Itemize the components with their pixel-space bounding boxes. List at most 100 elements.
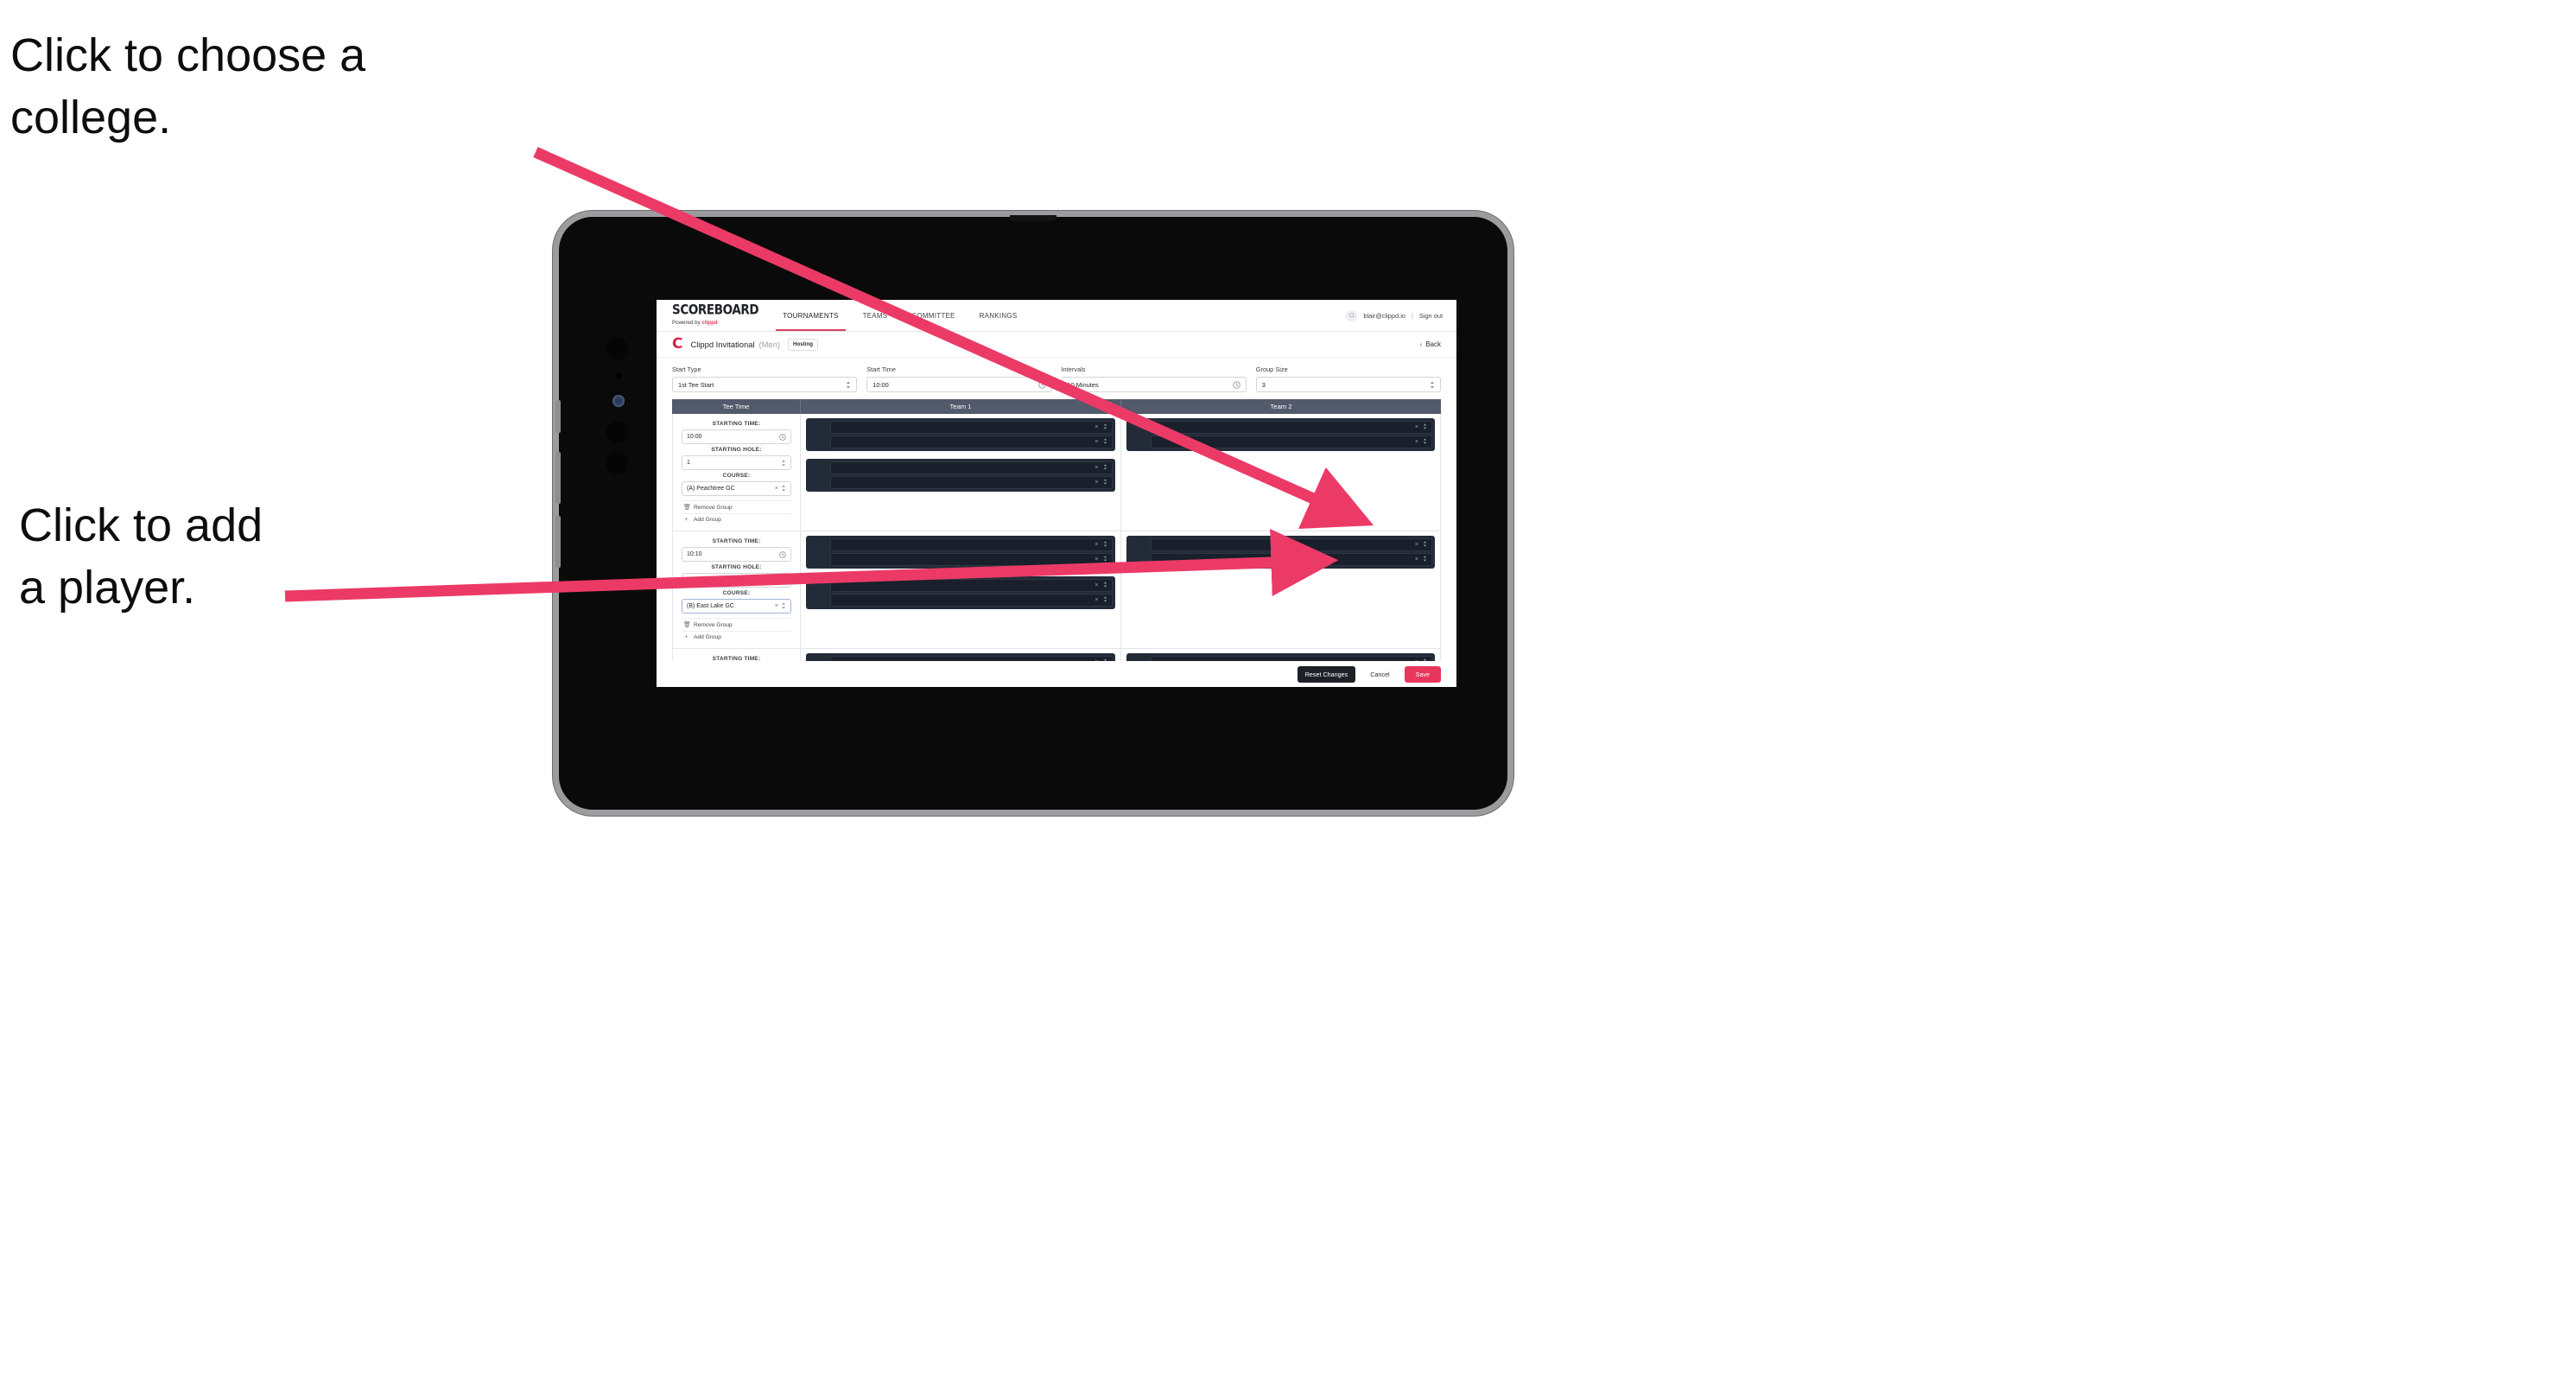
starting-time-input[interactable]: 10:00 (682, 429, 791, 444)
player-slot-row[interactable]: × (1150, 538, 1432, 551)
tablet-camera-notch (1010, 215, 1056, 221)
clear-icon[interactable]: × (1094, 480, 1098, 486)
chevron-updown-icon[interactable] (1103, 541, 1107, 549)
chevron-updown-icon (781, 484, 786, 493)
clear-icon[interactable]: × (1094, 424, 1098, 430)
add-group-label: Add Group (694, 517, 721, 523)
player-slot-row[interactable]: × (830, 579, 1113, 592)
user-email: blair@clippd.io (1363, 311, 1405, 320)
chevron-updown-icon[interactable] (1103, 658, 1107, 661)
starting-hole-select[interactable]: 1 (682, 573, 791, 588)
nav-item-tournaments[interactable]: TOURNAMENTS (771, 300, 850, 331)
chevron-updown-icon (781, 601, 786, 611)
clear-icon[interactable]: × (1415, 542, 1418, 548)
add-group-button[interactable]: + Add Group (682, 632, 791, 643)
chevron-updown-icon[interactable] (1423, 658, 1427, 661)
chevron-updown-icon[interactable] (1423, 556, 1427, 563)
clear-icon[interactable]: × (1094, 582, 1098, 588)
starting-time-label: STARTING TIME: (712, 421, 761, 427)
remove-group-button[interactable]: 🗑 Remove Group (682, 501, 791, 514)
clear-icon[interactable]: × (1415, 659, 1418, 661)
brand-subtitle: Powered by clippd (672, 320, 758, 326)
plus-icon: + (684, 634, 688, 640)
clear-icon[interactable]: × (1094, 542, 1098, 548)
hosting-badge: Hosting (787, 338, 819, 351)
clear-icon[interactable]: × (1094, 439, 1098, 445)
chevron-updown-icon[interactable] (1103, 556, 1107, 563)
group-team1-cell: × × × × (801, 414, 1121, 531)
nav-item-committee[interactable]: COMMITTEE (899, 300, 967, 331)
clear-icon[interactable]: × (775, 603, 778, 609)
intervals-input[interactable]: 10 Minutes (1061, 377, 1247, 392)
pairings-table-header: Tee Time Team 1 Team 2 (672, 399, 1441, 414)
group-size-select[interactable]: 3 (1255, 377, 1441, 392)
course-field-icons: × (775, 601, 786, 611)
player-slot-row[interactable]: × (1150, 553, 1432, 566)
nav-item-teams[interactable]: TEAMS (851, 300, 900, 331)
user-avatar-icon[interactable]: ☐ (1346, 309, 1358, 321)
player-slot-row[interactable]: × (830, 421, 1113, 434)
event-gender: (Men) (758, 340, 780, 349)
chevron-updown-icon[interactable] (1103, 596, 1107, 604)
clear-icon[interactable]: × (1094, 597, 1098, 603)
chevron-left-icon: ‹ (1419, 340, 1423, 348)
start-time-input[interactable]: 10:00 (866, 377, 1052, 392)
intervals-value: 10 Minutes (1067, 380, 1099, 389)
chevron-updown-icon[interactable] (1423, 438, 1427, 446)
save-button[interactable]: Save (1404, 665, 1441, 683)
course-select[interactable]: (A) Peachtree GC × (682, 481, 791, 496)
nav-user-area: ☐ blair@clippd.io | Sign out (1346, 300, 1456, 331)
player-slot-row[interactable]: × (1150, 656, 1432, 661)
clear-icon[interactable]: × (1094, 556, 1098, 563)
chevron-updown-icon[interactable] (1103, 582, 1107, 589)
player-slot-row[interactable]: × (1150, 421, 1432, 434)
start-type-select[interactable]: 1st Tee Start (672, 377, 858, 392)
control-start-type: Start Type 1st Tee Start (672, 366, 858, 392)
nav-item-rankings[interactable]: RANKINGS (968, 300, 1030, 331)
tablet-side-button-2 (555, 452, 561, 504)
chevron-updown-icon[interactable] (1423, 423, 1427, 431)
player-slot-row[interactable]: × (830, 436, 1113, 448)
player-slot-row[interactable]: × (1150, 436, 1432, 448)
course-label: COURSE: (722, 590, 751, 596)
chevron-updown-icon[interactable] (1103, 423, 1107, 431)
player-slot-row[interactable]: × (830, 461, 1113, 474)
remove-group-button[interactable]: 🗑 Remove Group (682, 619, 791, 632)
brand-logo[interactable]: SCOREBOARD Powered by clippd (657, 300, 771, 331)
pairings-table-body[interactable]: STARTING TIME: 10:00 STARTING HOLE: 1 CO… (672, 414, 1441, 661)
sign-out-link[interactable]: Sign out (1419, 312, 1443, 320)
start-type-value: 1st Tee Start (678, 380, 714, 389)
player-slot-row[interactable]: × (830, 538, 1113, 551)
starting-time-value: 10:10 (687, 551, 702, 557)
tee-time-group: STARTING TIME: 10:00 STARTING HOLE: 1 CO… (673, 414, 1440, 531)
chevron-updown-icon[interactable] (1103, 479, 1107, 486)
brand-title: SCOREBOARD (672, 302, 759, 319)
player-row-icons: × (1415, 423, 1427, 431)
start-time-value: 10:00 (872, 380, 889, 389)
remove-group-label: Remove Group (694, 621, 733, 628)
player-slot-row[interactable]: × (830, 553, 1113, 566)
add-group-label: Add Group (694, 634, 721, 640)
add-group-button[interactable]: + Add Group (682, 514, 791, 525)
group-size-value: 3 (1261, 380, 1266, 389)
player-slot-row[interactable]: × (830, 594, 1113, 607)
back-button[interactable]: ‹ Back (1420, 340, 1441, 348)
clear-icon[interactable]: × (1415, 439, 1418, 445)
starting-hole-select[interactable]: 1 (682, 455, 791, 470)
clear-icon[interactable]: × (1415, 424, 1418, 430)
cancel-button[interactable]: Cancel (1364, 666, 1395, 683)
starting-time-input[interactable]: 10:10 (682, 547, 791, 562)
chevron-updown-icon[interactable] (1103, 438, 1107, 446)
player-slot-row[interactable]: × (830, 656, 1113, 661)
tee-time-group: STARTING TIME: 10:20 STARTING HOLE: × (673, 649, 1440, 661)
clear-icon[interactable]: × (775, 486, 778, 492)
reset-changes-button[interactable]: Reset Changes (1297, 665, 1356, 683)
clear-icon[interactable]: × (1415, 556, 1418, 563)
player-slot-row[interactable]: × (830, 476, 1113, 489)
chevron-updown-icon[interactable] (1103, 464, 1107, 472)
clear-icon[interactable]: × (1094, 659, 1098, 661)
course-select[interactable]: (B) East Lake GC × (682, 599, 791, 614)
column-header-tee-time: Tee Time (672, 399, 801, 414)
chevron-updown-icon[interactable] (1423, 541, 1427, 549)
clear-icon[interactable]: × (1094, 465, 1098, 471)
